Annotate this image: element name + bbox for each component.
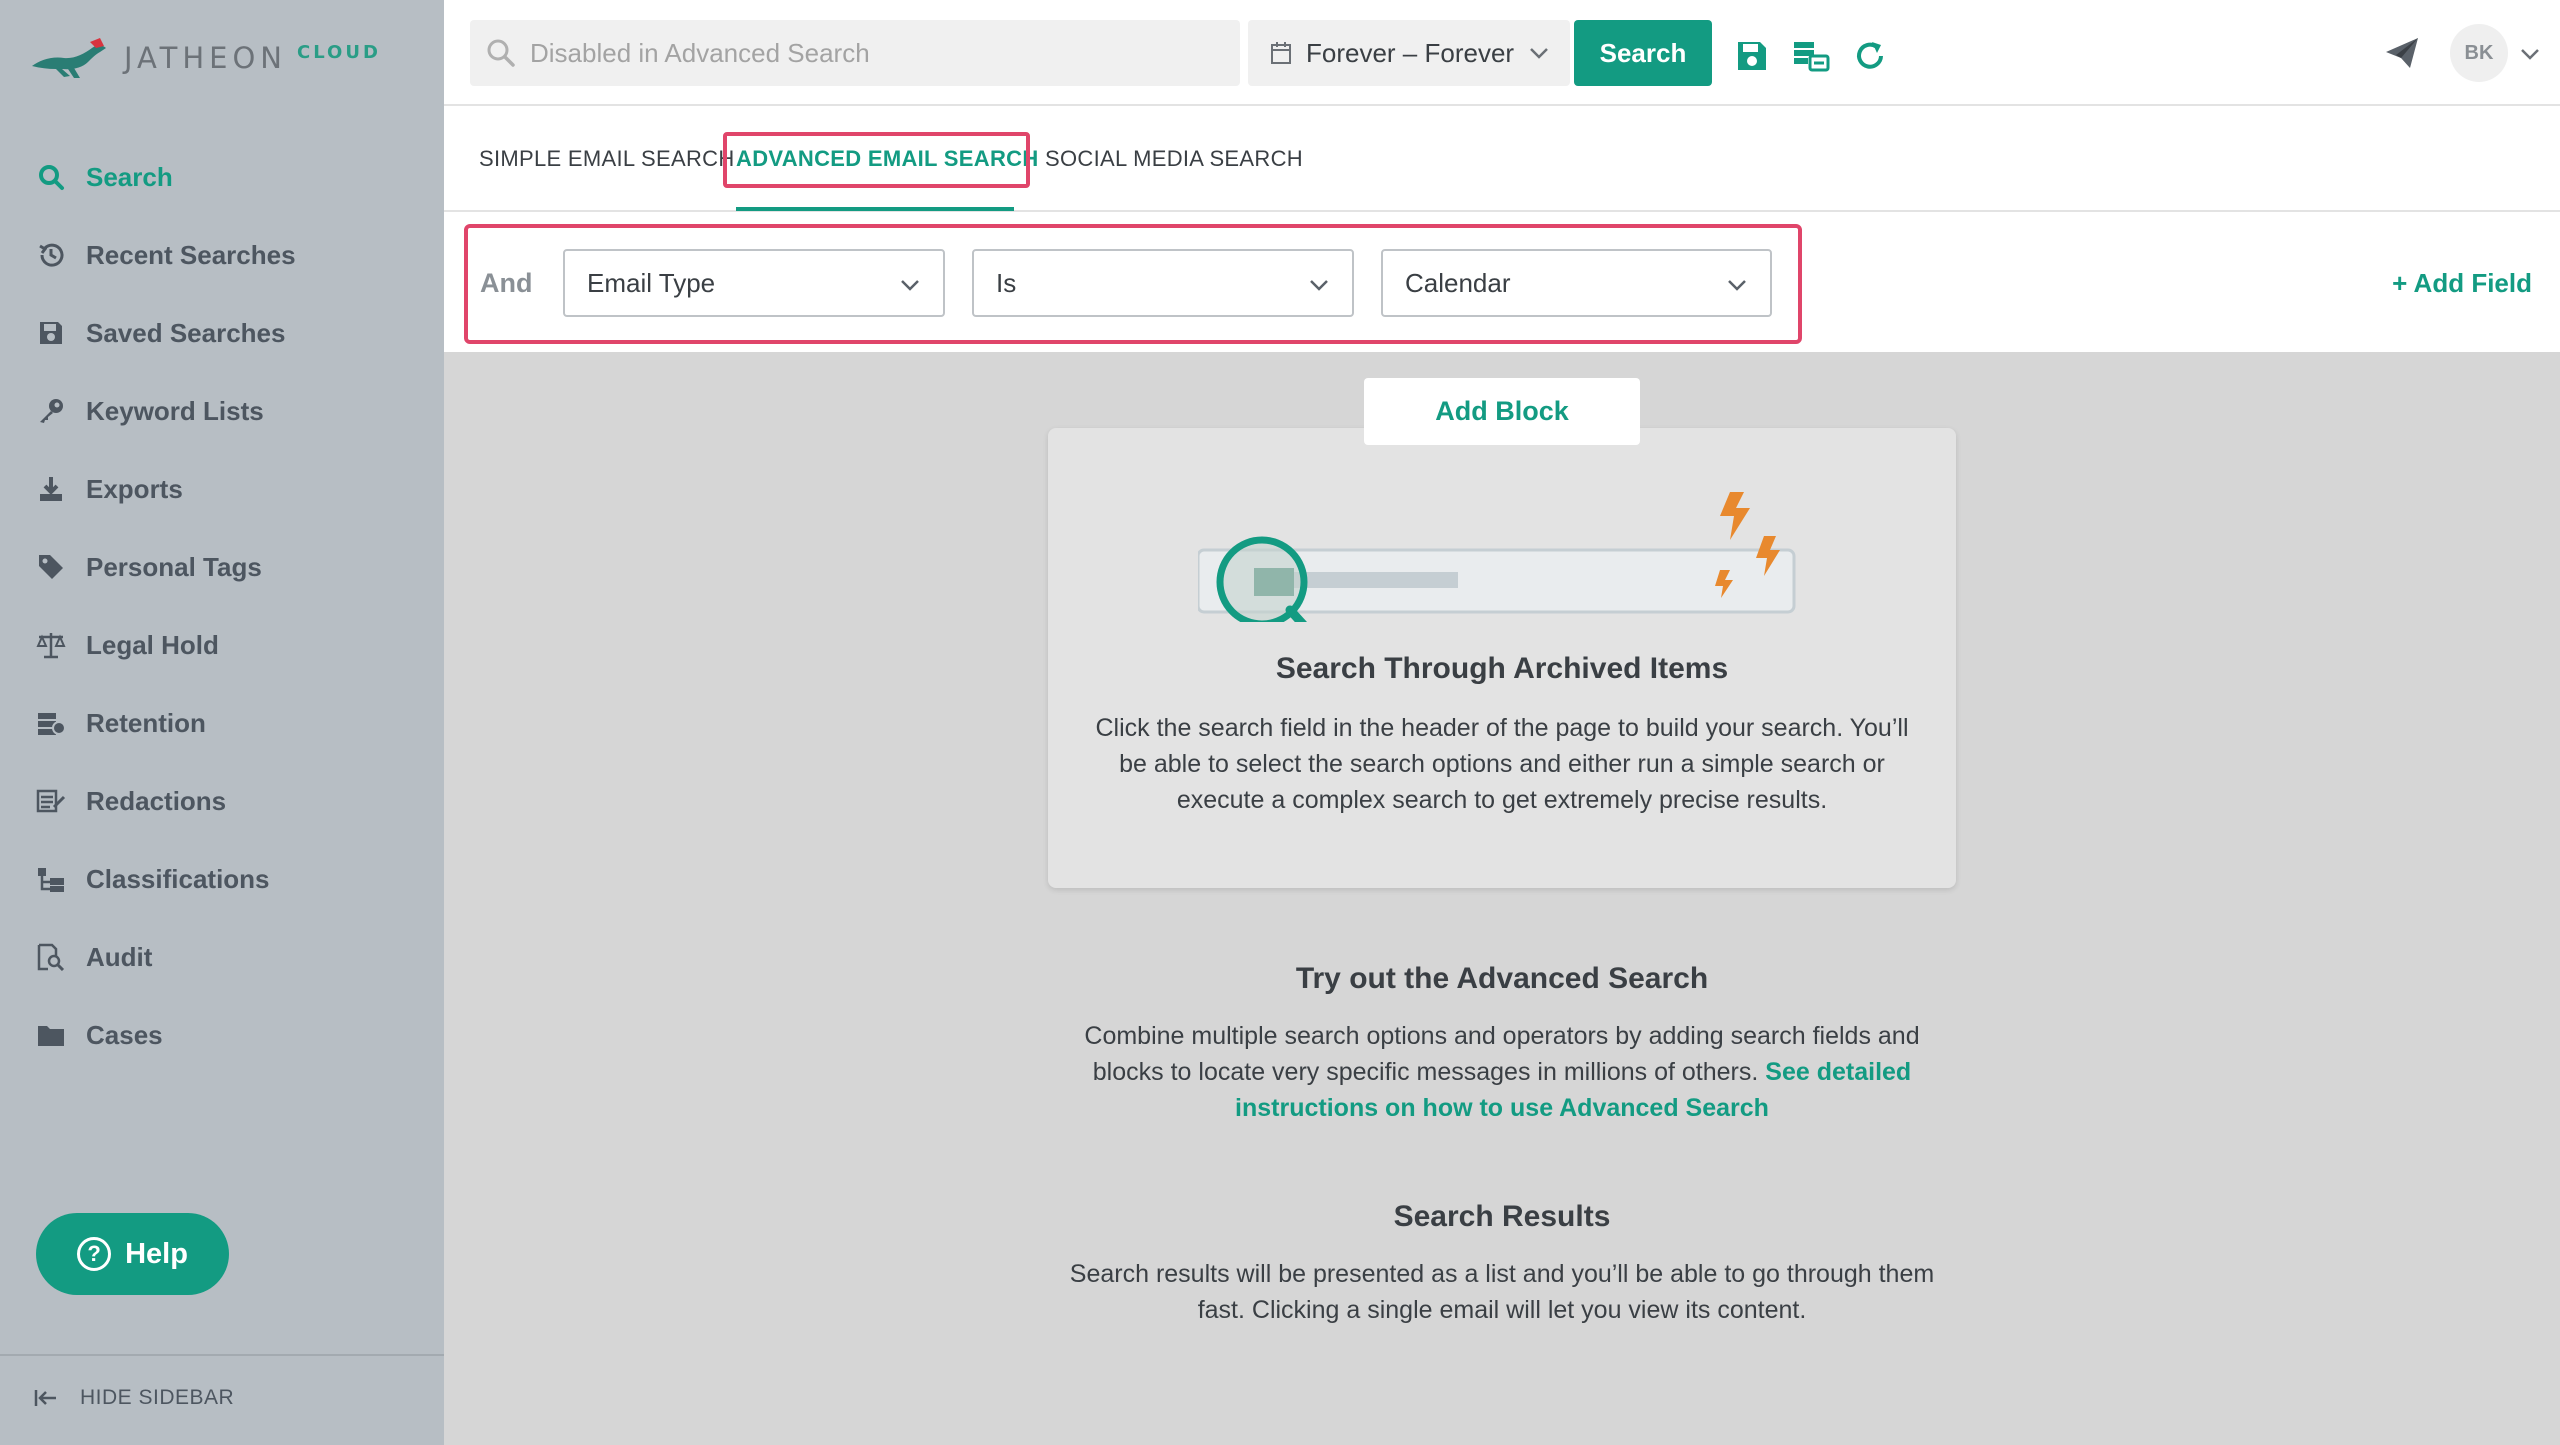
search-icon <box>487 39 515 67</box>
folder-icon <box>36 1020 66 1050</box>
key-icon <box>36 396 66 426</box>
sidebar-item-label: Redactions <box>86 785 227 816</box>
sidebar-item-label: Search <box>86 161 173 192</box>
sidebar: JATHEON CLOUD Search Recent Searches Sav… <box>0 0 444 1445</box>
tab-social-media-search[interactable]: SOCIAL MEDIA SEARCH <box>1045 146 1303 172</box>
tag-icon <box>36 552 66 582</box>
audit-icon <box>36 942 66 972</box>
sidebar-item-redactions[interactable]: Redactions <box>0 762 444 840</box>
search-type-tabs: SIMPLE EMAIL SEARCH ADVANCED EMAIL SEARC… <box>444 106 2560 212</box>
sidebar-item-label: Keyword Lists <box>86 395 264 426</box>
card-description: Click the search field in the header of … <box>1095 714 1909 814</box>
sidebar-item-retention[interactable]: Retention <box>0 684 444 762</box>
sidebar-item-label: Classifications <box>86 863 270 894</box>
sidebar-item-classifications[interactable]: Classifications <box>0 840 444 918</box>
condition-select-value: Is <box>996 267 1017 298</box>
sidebar-item-audit[interactable]: Audit <box>0 918 444 996</box>
chevron-down-icon[interactable] <box>2520 46 2540 62</box>
chevron-down-icon <box>901 280 919 291</box>
chevron-down-icon <box>1310 280 1328 291</box>
hide-sidebar-button[interactable]: HIDE SIDEBAR <box>34 1386 234 1410</box>
floppy-disk-icon <box>36 318 66 348</box>
date-range-picker[interactable]: Forever – Forever <box>1248 20 1570 86</box>
advanced-search-title: Try out the Advanced Search <box>1295 962 1709 995</box>
sidebar-item-saved-searches[interactable]: Saved Searches <box>0 294 444 372</box>
search-input[interactable] <box>530 37 1210 69</box>
search-results-title: Search Results <box>1393 1200 1611 1233</box>
value-select[interactable]: Calendar <box>1381 249 1772 317</box>
brand-name: JATHEON <box>124 41 287 75</box>
card-title: Search Through Archived Items <box>1275 652 1729 685</box>
send-icon[interactable] <box>2384 36 2420 70</box>
date-range-value: Forever – Forever <box>1306 37 1515 68</box>
lizard-logo-icon <box>32 38 106 78</box>
help-button[interactable]: ? Help <box>36 1213 229 1295</box>
empty-state-card: Search Through Archived Items Click the … <box>1048 428 1956 888</box>
jatheon-logo[interactable]: JATHEON CLOUD <box>30 30 381 86</box>
main-content: Add Block Search Through Archived Items … <box>444 352 2560 1445</box>
sidebar-item-keyword-lists[interactable]: Keyword Lists <box>0 372 444 450</box>
calendar-icon <box>1271 42 1291 64</box>
sidebar-item-label: Personal Tags <box>86 551 262 582</box>
sidebar-item-personal-tags[interactable]: Personal Tags <box>0 528 444 606</box>
add-field-button[interactable]: + Add Field <box>2392 268 2532 299</box>
tab-simple-email-search[interactable]: SIMPLE EMAIL SEARCH <box>479 146 735 172</box>
help-label: Help <box>125 1237 188 1270</box>
search-results-description: Search results will be presented as a li… <box>1069 1260 1935 1324</box>
sidebar-item-label: Cases <box>86 1019 163 1050</box>
chevron-down-icon <box>1530 48 1548 59</box>
top-bar: Forever – Forever Search BK <box>444 0 2560 106</box>
hide-sidebar-label: HIDE SIDEBAR <box>80 1386 235 1409</box>
sidebar-item-label: Legal Hold <box>86 629 219 660</box>
classification-icon <box>36 864 66 894</box>
history-icon <box>36 240 66 270</box>
sidebar-divider <box>0 1354 444 1356</box>
sidebar-nav: Search Recent Searches Saved Searches Ke… <box>0 138 444 1074</box>
scales-icon <box>36 630 66 660</box>
search-illustration-icon <box>1198 492 1796 622</box>
search-icon <box>36 162 66 192</box>
operator-label[interactable]: And <box>480 268 532 299</box>
sidebar-item-label: Exports <box>86 473 183 504</box>
value-select-value: Calendar <box>1405 267 1511 298</box>
sidebar-item-search[interactable]: Search <box>0 138 444 216</box>
search-button[interactable]: Search <box>1574 20 1712 86</box>
sidebar-item-legal-hold[interactable]: Legal Hold <box>0 606 444 684</box>
sidebar-item-recent-searches[interactable]: Recent Searches <box>0 216 444 294</box>
advanced-search-description: Combine multiple search options and oper… <box>1052 1018 1952 1126</box>
tab-advanced-email-search[interactable]: ADVANCED EMAIL SEARCH <box>736 146 1039 172</box>
sidebar-item-exports[interactable]: Exports <box>0 450 444 528</box>
refresh-icon[interactable] <box>1854 40 1886 72</box>
add-block-button[interactable]: Add Block <box>1364 378 1640 445</box>
sidebar-item-label: Audit <box>86 941 153 972</box>
sidebar-item-label: Retention <box>86 707 206 738</box>
export-search-icon[interactable] <box>1792 40 1830 72</box>
retention-icon <box>36 708 66 738</box>
save-search-icon[interactable] <box>1736 40 1768 72</box>
chevron-down-icon <box>1728 280 1746 291</box>
redaction-icon <box>36 786 66 816</box>
brand-suffix: CLOUD <box>297 41 381 63</box>
active-tab-indicator <box>736 207 1014 211</box>
advanced-filter-row: And Email Type Is Calendar + Add Field <box>444 212 2560 352</box>
download-icon <box>36 474 66 504</box>
search-box <box>470 20 1240 86</box>
collapse-left-icon <box>34 1390 56 1406</box>
sidebar-item-label: Saved Searches <box>86 317 286 348</box>
user-avatar[interactable]: BK <box>2450 24 2508 82</box>
question-circle-icon: ? <box>77 1237 112 1271</box>
condition-select[interactable]: Is <box>972 249 1354 317</box>
sidebar-item-cases[interactable]: Cases <box>0 996 444 1074</box>
sidebar-item-label: Recent Searches <box>86 239 296 270</box>
field-select-value: Email Type <box>587 267 716 298</box>
field-select[interactable]: Email Type <box>563 249 945 317</box>
